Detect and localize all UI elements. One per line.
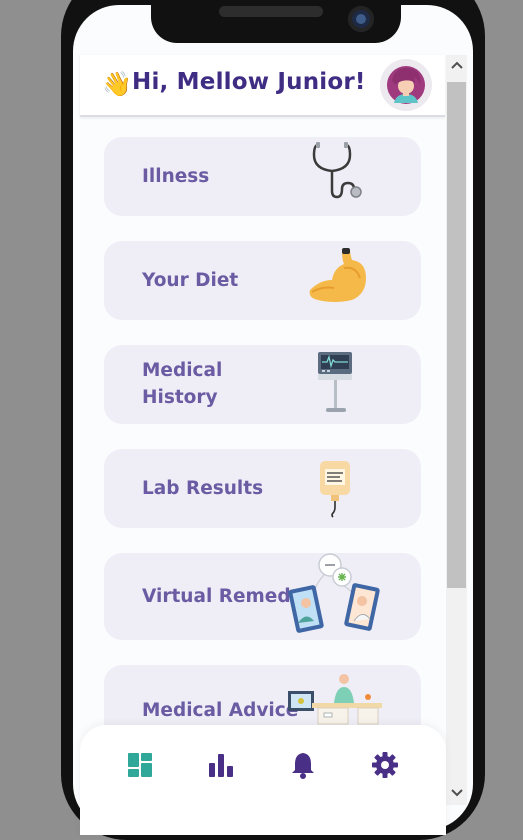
doctor-desk-icon: [288, 674, 382, 725]
nav-stats-button[interactable]: [207, 751, 237, 781]
app-header: 👋 Hi, Mellow Junior!: [80, 55, 445, 117]
illness-card[interactable]: Illness: [104, 137, 421, 216]
dashboard-icon: [128, 753, 152, 777]
stethoscope-icon: [312, 142, 362, 199]
avatar[interactable]: [380, 59, 432, 111]
medical-monitor-icon: [318, 352, 352, 412]
greeting-text: Hi, Mellow Junior!: [132, 69, 366, 95]
scroll-down-arrow-icon[interactable]: [446, 783, 467, 805]
medical-history-label-line1: Medical: [142, 360, 223, 381]
lab-results-card-label: Lab Results: [142, 478, 264, 499]
iv-bag-icon: [320, 461, 350, 518]
phone-camera: [348, 6, 374, 32]
illness-card-label: Illness: [142, 166, 210, 187]
virtual-remedy-card[interactable]: Virtual Remedy: [104, 553, 421, 640]
video-consultation-icon: [288, 553, 380, 633]
scrollbar[interactable]: [446, 55, 467, 805]
nav-notifications-button[interactable]: [289, 751, 319, 781]
stomach-icon: [309, 248, 366, 302]
diet-card-label: Your Diet: [142, 270, 239, 291]
bottom-navigation-bar: [80, 725, 446, 835]
gear-icon: [372, 752, 398, 778]
medical-history-label-line2: History: [142, 387, 218, 408]
medical-advice-card-label: Medical Advice: [142, 700, 299, 721]
bell-icon: [292, 753, 314, 779]
nav-dashboard-button[interactable]: [126, 751, 156, 781]
lab-results-card[interactable]: Lab Results: [104, 449, 421, 528]
nav-settings-button[interactable]: [371, 751, 401, 781]
virtual-remedy-card-label: Virtual Remedy: [142, 586, 303, 607]
medical-history-card[interactable]: Medical History: [104, 345, 421, 424]
menu-card-list: Illness Your Diet Medical History Lab Re…: [80, 117, 445, 807]
waving-hand-icon: 👋: [102, 71, 132, 98]
scrollbar-thumb[interactable]: [447, 82, 466, 588]
user-avatar-icon: [387, 66, 425, 104]
scroll-up-arrow-icon[interactable]: [446, 55, 467, 77]
bar-chart-icon: [209, 754, 233, 777]
diet-card[interactable]: Your Diet: [104, 241, 421, 320]
phone-speaker: [219, 6, 323, 17]
